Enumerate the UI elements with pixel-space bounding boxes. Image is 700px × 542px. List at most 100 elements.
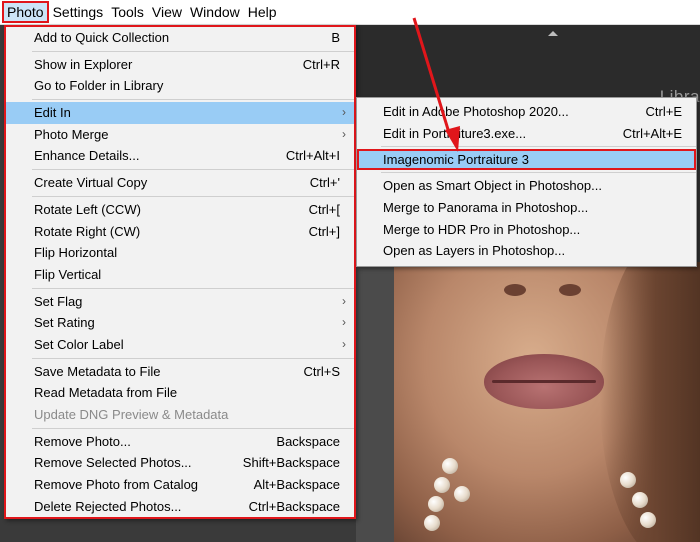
menu-item-label: Photo Merge: [34, 126, 109, 142]
pearl: [442, 458, 458, 474]
menu-item-remove-selected-photos[interactable]: Remove Selected Photos... Shift+Backspac…: [6, 452, 354, 474]
menu-item-add-to-quick-collection[interactable]: Add to Quick Collection B: [6, 27, 354, 49]
menu-item-delete-rejected[interactable]: Delete Rejected Photos... Ctrl+Backspace: [6, 496, 354, 518]
pearl: [424, 515, 440, 531]
pearl: [434, 477, 450, 493]
menu-item-rotate-left[interactable]: Rotate Left (CCW) Ctrl+[: [6, 199, 354, 221]
menu-item-set-color-label[interactable]: Set Color Label ›: [6, 334, 354, 356]
menu-item-label: Delete Rejected Photos...: [34, 498, 182, 514]
submenu-chevron-right-icon: ›: [342, 336, 346, 351]
menu-separator: [32, 287, 354, 289]
menu-item-remove-from-catalog[interactable]: Remove Photo from Catalog Alt+Backspace: [6, 474, 354, 496]
submenu-chevron-right-icon: ›: [342, 293, 346, 308]
menu-item-label: Update DNG Preview & Metadata: [34, 407, 229, 422]
photo-nostril: [504, 284, 526, 296]
menu-item-label: Remove Selected Photos...: [34, 455, 192, 471]
menu-item-label: Edit In: [34, 105, 71, 121]
menu-item-label: Set Flag: [34, 293, 83, 309]
menu-item-shortcut: Backspace: [276, 433, 340, 449]
photo-hair: [600, 262, 700, 542]
menu-item-label: Rotate Left (CCW): [34, 201, 141, 217]
menu-tools[interactable]: Tools: [107, 1, 148, 23]
menu-item-shortcut: Ctrl+Backspace: [248, 498, 340, 514]
menu-item-show-in-explorer[interactable]: Show in Explorer Ctrl+R: [6, 54, 354, 76]
menu-item-label: Remove Photo...: [34, 433, 131, 449]
menu-item-label: Merge to HDR Pro in Photoshop...: [383, 221, 581, 237]
top-panel: Libra: [356, 25, 700, 106]
menu-bar: Photo Settings Tools View Window Help: [0, 0, 700, 25]
menu-window[interactable]: Window: [186, 1, 244, 23]
submenu-item-merge-panorama[interactable]: Merge to Panorama in Photoshop...: [357, 197, 696, 219]
menu-item-go-to-folder[interactable]: Go to Folder in Library: [6, 75, 354, 97]
menu-item-label: Rotate Right (CW): [34, 223, 141, 239]
menu-item-label: Flip Horizontal: [34, 245, 118, 261]
menu-separator: [381, 172, 696, 174]
menu-view[interactable]: View: [148, 1, 186, 23]
pearl: [428, 496, 444, 512]
photo-preview: [394, 262, 700, 542]
menu-item-label: Show in Explorer: [34, 56, 133, 72]
submenu-chevron-right-icon: ›: [342, 105, 346, 120]
menu-item-label: Flip Vertical: [34, 266, 102, 282]
menu-item-shortcut: Ctrl+': [309, 175, 340, 191]
menu-item-shortcut: Ctrl+[: [308, 201, 340, 217]
submenu-item-edit-in-photoshop[interactable]: Edit in Adobe Photoshop 2020... Ctrl+E: [357, 101, 696, 123]
pearl: [620, 472, 636, 488]
menu-item-set-rating[interactable]: Set Rating ›: [6, 312, 354, 334]
submenu-item-merge-hdr[interactable]: Merge to HDR Pro in Photoshop...: [357, 219, 696, 241]
menu-group: Show in Explorer Ctrl+R Go to Folder in …: [6, 54, 354, 97]
menu-item-read-metadata[interactable]: Read Metadata from File: [6, 382, 354, 404]
menu-item-flip-horizontal[interactable]: Flip Horizontal: [6, 242, 354, 264]
submenu-chevron-right-icon: ›: [342, 126, 346, 141]
submenu-item-open-as-layers[interactable]: Open as Layers in Photoshop...: [357, 240, 696, 262]
menu-separator: [32, 50, 354, 52]
menu-item-label: Open as Layers in Photoshop...: [383, 243, 566, 259]
menu-settings[interactable]: Settings: [49, 1, 108, 23]
menu-item-shortcut: Ctrl+]: [308, 223, 340, 239]
menu-item-label: Enhance Details...: [34, 148, 140, 164]
menu-item-label: Imagenomic Portraiture 3: [383, 152, 529, 168]
menu-separator: [32, 169, 354, 171]
panel-collapse-triangle-icon[interactable]: [548, 31, 558, 36]
menu-item-shortcut: B: [331, 30, 340, 45]
menu-item-shortcut: Shift+Backspace: [242, 455, 340, 471]
menu-group: Set Flag › Set Rating › Set Color Label …: [6, 291, 354, 356]
menu-item-shortcut: Alt+Backspace: [253, 477, 340, 493]
menu-item-label: Go to Folder in Library: [34, 78, 164, 94]
menu-separator: [32, 99, 354, 101]
menu-item-rotate-right[interactable]: Rotate Right (CW) Ctrl+]: [6, 221, 354, 243]
menu-item-edit-in[interactable]: Edit In ›: [6, 102, 354, 124]
menu-separator: [381, 146, 696, 148]
pearl: [632, 492, 648, 508]
menu-separator: [32, 195, 354, 197]
menu-item-shortcut: Ctrl+Alt+I: [285, 148, 340, 164]
menu-photo[interactable]: Photo: [2, 1, 49, 23]
menu-group: Add to Quick Collection B: [6, 27, 354, 49]
menu-help[interactable]: Help: [244, 1, 281, 23]
submenu-chevron-right-icon: ›: [342, 315, 346, 330]
submenu-item-imagenomic-portraiture[interactable]: Imagenomic Portraiture 3: [357, 149, 696, 171]
menu-item-create-virtual-copy[interactable]: Create Virtual Copy Ctrl+': [6, 172, 354, 194]
menu-item-label: Create Virtual Copy: [34, 175, 148, 191]
menu-item-flip-vertical[interactable]: Flip Vertical: [6, 264, 354, 286]
menu-item-shortcut: Ctrl+Alt+E: [622, 125, 682, 141]
menu-item-save-metadata[interactable]: Save Metadata to File Ctrl+S: [6, 361, 354, 383]
submenu-item-open-smart-object[interactable]: Open as Smart Object in Photoshop...: [357, 175, 696, 197]
menu-item-label: Set Rating: [34, 315, 95, 331]
photo-dropdown-menu: Add to Quick Collection B Show in Explor…: [4, 25, 356, 519]
menu-item-photo-merge[interactable]: Photo Merge ›: [6, 124, 354, 146]
menu-item-enhance-details[interactable]: Enhance Details... Ctrl+Alt+I: [6, 145, 354, 167]
menu-item-shortcut: Ctrl+S: [303, 363, 340, 379]
menu-item-remove-photo[interactable]: Remove Photo... Backspace: [6, 431, 354, 453]
menu-separator: [32, 357, 354, 359]
menu-group: Rotate Left (CCW) Ctrl+[ Rotate Right (C…: [6, 199, 354, 286]
menu-item-set-flag[interactable]: Set Flag ›: [6, 291, 354, 313]
menu-group: Remove Photo... Backspace Remove Selecte…: [6, 431, 354, 518]
menu-group: Edit In › Photo Merge › Enhance Details.…: [6, 102, 354, 167]
menu-item-label: Open as Smart Object in Photoshop...: [383, 178, 602, 194]
menu-item-label: Edit in Adobe Photoshop 2020...: [383, 104, 569, 119]
menu-item-label: Edit in Portraiture3.exe...: [383, 125, 527, 141]
pearl: [640, 512, 656, 528]
menu-separator: [32, 427, 354, 429]
submenu-item-edit-in-portraiture[interactable]: Edit in Portraiture3.exe... Ctrl+Alt+E: [357, 123, 696, 145]
